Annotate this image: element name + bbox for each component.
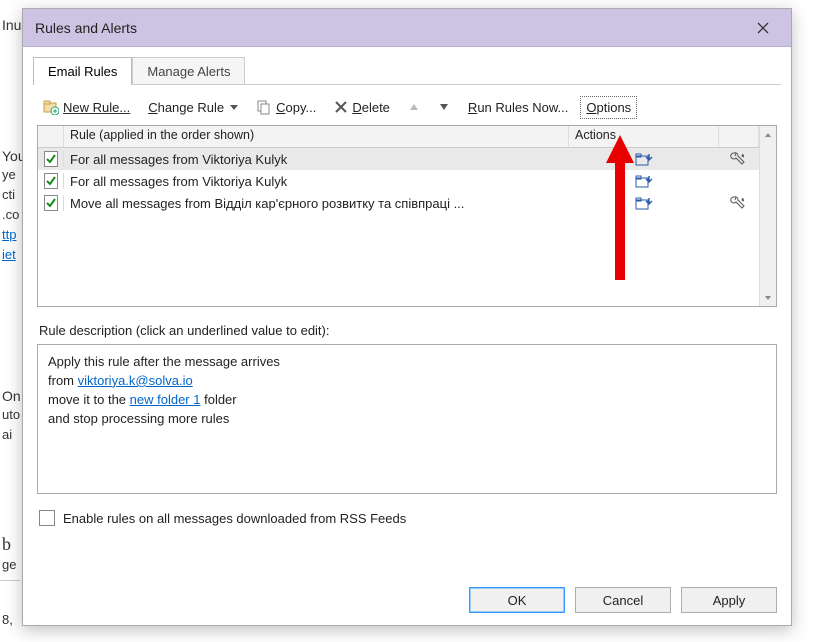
rule-row[interactable]: Move all messages from Відділ кар'єрного… — [38, 192, 759, 214]
desc-line2: from viktoriya.k@solva.io — [48, 372, 766, 391]
rules-and-alerts-dialog: Rules and Alerts Email Rules Manage Aler… — [22, 8, 792, 626]
tab-email-rules[interactable]: Email Rules — [33, 57, 132, 85]
dialog-footer: OK Cancel Apply — [23, 577, 791, 625]
copy-button[interactable]: Copy... — [252, 97, 320, 117]
desc-line4: and stop processing more rules — [48, 410, 766, 429]
close-icon — [757, 22, 769, 34]
bg-text: Inu — [2, 14, 21, 36]
rule-checkbox[interactable] — [38, 195, 64, 211]
move-to-folder-icon — [635, 173, 653, 189]
run-rules-now-button[interactable]: Run Rules Now... — [464, 98, 572, 117]
rule-tool-icon — [719, 151, 759, 167]
tab-manage-alerts[interactable]: Manage Alerts — [132, 57, 245, 85]
rule-row[interactable]: For all messages from Viktoriya Kulyk — [38, 148, 759, 170]
rule-name: For all messages from Viktoriya Kulyk — [64, 152, 569, 167]
titlebar: Rules and Alerts — [23, 9, 791, 47]
description-box: Apply this rule after the message arrive… — [37, 344, 777, 494]
delete-icon — [334, 100, 348, 114]
scrollbar[interactable] — [759, 126, 776, 306]
new-rule-button[interactable]: New Rule... — [39, 97, 134, 117]
rules-list: Rule (applied in the order shown) Action… — [37, 125, 777, 307]
rule-action-icon — [569, 195, 719, 211]
rss-checkbox-row[interactable]: Enable rules on all messages downloaded … — [39, 510, 775, 526]
scroll-up-icon[interactable] — [760, 126, 776, 143]
rule-checkbox[interactable] — [38, 151, 64, 167]
move-to-folder-icon — [635, 151, 653, 167]
rule-name: Move all messages from Відділ кар'єрного… — [64, 196, 569, 211]
rule-action-icon — [569, 151, 719, 167]
wrench-icon — [730, 195, 748, 211]
dialog-title: Rules and Alerts — [35, 20, 743, 36]
delete-button[interactable]: Delete — [330, 98, 394, 117]
bg-text: iet — [2, 245, 16, 266]
bg-text: 8, — [2, 610, 13, 631]
tab-body: New Rule... Change Rule Copy... Delete R… — [33, 84, 781, 576]
rss-checkbox[interactable] — [39, 510, 55, 526]
close-button[interactable] — [743, 13, 783, 43]
triangle-up-icon — [409, 103, 419, 111]
new-rule-label: New Rule... — [63, 100, 130, 115]
rule-row[interactable]: For all messages from Viktoriya Kulyk — [38, 170, 759, 192]
bg-text: ye — [2, 165, 16, 186]
desc-folder-link[interactable]: new folder 1 — [130, 392, 201, 407]
rules-header: Rule (applied in the order shown) Action… — [38, 126, 759, 148]
rule-name: For all messages from Viktoriya Kulyk — [64, 174, 569, 189]
cancel-button[interactable]: Cancel — [575, 587, 671, 613]
col-extra[interactable] — [719, 126, 759, 147]
col-checkbox[interactable] — [38, 126, 64, 147]
description-label: Rule description (click an underlined va… — [39, 323, 775, 338]
triangle-down-icon — [439, 103, 449, 111]
rule-tool-icon — [719, 195, 759, 211]
rule-checkbox[interactable] — [38, 173, 64, 189]
bg-text: ttp — [2, 225, 16, 246]
scroll-down-icon[interactable] — [760, 289, 776, 306]
move-up-button[interactable] — [404, 101, 424, 113]
ok-button[interactable]: OK — [469, 587, 565, 613]
desc-from-link[interactable]: viktoriya.k@solva.io — [78, 373, 193, 388]
bg-text: ai — [2, 425, 12, 446]
options-button[interactable]: Options — [582, 98, 635, 117]
rss-checkbox-label: Enable rules on all messages downloaded … — [63, 511, 406, 526]
bg-text: ge — [2, 555, 16, 576]
apply-button[interactable]: Apply — [681, 587, 777, 613]
bg-text: cti — [2, 185, 15, 206]
bg-text: uto — [2, 405, 20, 426]
col-rule[interactable]: Rule (applied in the order shown) — [64, 126, 569, 147]
rule-action-icon — [569, 173, 719, 189]
tab-strip: Email Rules Manage Alerts — [23, 47, 791, 85]
move-to-folder-icon — [635, 195, 653, 211]
col-actions[interactable]: Actions — [569, 126, 719, 147]
change-rule-button[interactable]: Change Rule — [144, 98, 242, 117]
copy-icon — [256, 99, 272, 115]
desc-line3: move it to the new folder 1 folder — [48, 391, 766, 410]
wrench-icon — [730, 151, 748, 167]
desc-line1: Apply this rule after the message arrive… — [48, 353, 766, 372]
move-down-button[interactable] — [434, 101, 454, 113]
bg-text: .co — [2, 205, 19, 226]
toolbar: New Rule... Change Rule Copy... Delete R… — [37, 93, 777, 125]
rules-rows: For all messages from Viktoriya Kulyk For… — [38, 148, 759, 306]
new-rule-icon — [43, 99, 59, 115]
